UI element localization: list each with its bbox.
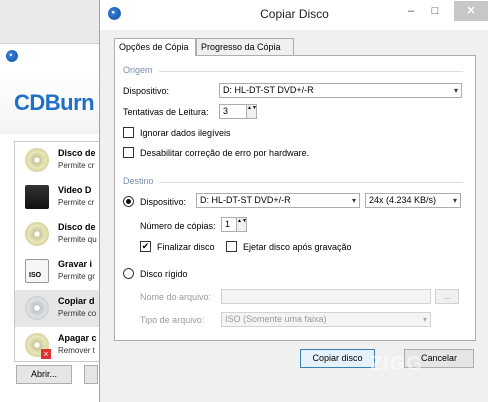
disable-hw-ecc-label: Desabilitar correção de erro por hardwar… bbox=[140, 148, 310, 158]
chevron-down-icon: ▾ bbox=[452, 196, 457, 205]
read-attempts-value: 3 bbox=[223, 106, 229, 116]
task-subtitle: Permite cr bbox=[58, 198, 95, 207]
speed-select[interactable]: 24x (4.234 KB/s) ▾ bbox=[365, 193, 461, 208]
destination-device-value: D: HL-DT-ST DVD+/-R bbox=[200, 195, 291, 205]
dialog-titlebar: Copiar Disco – □ ✕ bbox=[100, 0, 488, 30]
task-title: Apagar c bbox=[58, 333, 97, 343]
music-disc-icon bbox=[25, 222, 49, 246]
logo-text: CDBurn bbox=[14, 90, 95, 115]
task-item-audio-disc[interactable]: Disco de Permite qu bbox=[15, 216, 105, 253]
origin-device-value: D: HL-DT-ST DVD+/-R bbox=[223, 85, 314, 95]
task-title: Copiar d bbox=[58, 296, 95, 306]
origin-group-label: Origem bbox=[123, 65, 153, 75]
task-title: Gravar i bbox=[58, 259, 93, 269]
task-subtitle: Remover t bbox=[58, 346, 95, 355]
speed-value: 24x (4.234 KB/s) bbox=[369, 195, 437, 205]
task-item-erase-disc[interactable]: Apagar c Remover t bbox=[15, 327, 105, 364]
task-title: Disco de bbox=[58, 222, 96, 232]
copy-disc-icon bbox=[25, 296, 49, 320]
copy-disc-dialog: Copiar Disco – □ ✕ Opções de Cópia Progr… bbox=[99, 0, 488, 402]
chevron-down-icon: ▾ bbox=[351, 196, 356, 205]
task-item-video-dvd[interactable]: Video D Permite cr bbox=[15, 179, 105, 216]
finalize-disc-checkbox[interactable]: ✔ bbox=[140, 241, 151, 252]
eject-disc-label: Ejetar disco após gravação bbox=[243, 242, 352, 252]
origin-device-label: Dispositivo: bbox=[123, 86, 170, 96]
cdburner-app-icon bbox=[6, 50, 18, 62]
filetype-select[interactable]: ISO (Somente uma faixa) ▾ bbox=[221, 312, 431, 327]
task-title: Disco de bbox=[58, 148, 96, 158]
destination-device-label: Dispositivo: bbox=[140, 197, 187, 207]
task-item-copy-disc[interactable]: Copiar d Permite co bbox=[15, 290, 105, 327]
spin-arrows-icon[interactable]: ▲▼ bbox=[236, 218, 247, 231]
close-button[interactable]: ✕ bbox=[454, 1, 488, 21]
ignore-unreadable-label: Ignorar dados ilegíveis bbox=[140, 128, 231, 138]
film-icon bbox=[25, 185, 49, 209]
open-button[interactable]: Abrir... bbox=[16, 365, 72, 384]
task-item-data-disc[interactable]: Disco de Permite cr bbox=[15, 142, 105, 179]
destination-device-select[interactable]: D: HL-DT-ST DVD+/-R ▾ bbox=[196, 193, 360, 208]
iso-icon bbox=[25, 259, 49, 283]
finalize-disc-label: Finalizar disco bbox=[157, 242, 215, 252]
chevron-down-icon: ▾ bbox=[453, 86, 458, 95]
tab-copy-progress[interactable]: Progresso da Cópia bbox=[196, 38, 294, 55]
eject-disc-checkbox[interactable] bbox=[226, 241, 237, 252]
disc-icon bbox=[25, 148, 49, 172]
maximize-button[interactable]: □ bbox=[426, 1, 444, 21]
copies-stepper[interactable]: 1 ▲▼ bbox=[221, 217, 247, 232]
filename-field[interactable] bbox=[221, 289, 431, 304]
destination-divider bbox=[159, 182, 463, 183]
watermark-logo: ZIGG bbox=[370, 353, 423, 375]
copies-value: 1 bbox=[225, 219, 231, 229]
task-subtitle: Permite cr bbox=[58, 161, 95, 170]
erase-disc-icon bbox=[25, 333, 51, 359]
task-list: Disco de Permite cr Video D Permite cr D… bbox=[14, 141, 105, 364]
ignore-unreadable-checkbox[interactable] bbox=[123, 127, 134, 138]
task-item-burn-iso[interactable]: Gravar i Permite gr bbox=[15, 253, 105, 290]
filetype-label: Tipo de arquivo: bbox=[140, 315, 205, 325]
browse-button[interactable]: ... bbox=[435, 289, 459, 304]
filetype-value: ISO (Somente uma faixa) bbox=[225, 314, 327, 324]
origin-device-select[interactable]: D: HL-DT-ST DVD+/-R ▾ bbox=[219, 83, 462, 98]
harddisk-radio[interactable] bbox=[123, 268, 134, 279]
copy-options-panel: Origem Dispositivo: D: HL-DT-ST DVD+/-R … bbox=[114, 55, 476, 341]
settings-button[interactable] bbox=[84, 365, 98, 384]
read-attempts-label: Tentativas de Leitura: bbox=[123, 107, 209, 117]
disable-hw-ecc-checkbox[interactable] bbox=[123, 147, 134, 158]
device-radio[interactable] bbox=[123, 196, 134, 207]
destination-group-label: Destino bbox=[123, 176, 154, 186]
task-title: Video D bbox=[58, 185, 92, 195]
copies-label: Número de cópias: bbox=[140, 221, 216, 231]
task-subtitle: Permite gr bbox=[58, 272, 95, 281]
read-attempts-stepper[interactable]: 3 ▲▼ bbox=[219, 104, 257, 119]
copy-disc-button[interactable]: Copiar disco bbox=[300, 349, 375, 368]
spin-arrows-icon[interactable]: ▲▼ bbox=[246, 105, 257, 118]
task-subtitle: Permite qu bbox=[58, 235, 97, 244]
task-subtitle: Permite co bbox=[58, 309, 97, 318]
tab-copy-options[interactable]: Opções de Cópia bbox=[114, 38, 196, 56]
chevron-down-icon: ▾ bbox=[422, 315, 427, 324]
harddisk-label: Disco rígido bbox=[140, 269, 188, 279]
minimize-button[interactable]: – bbox=[402, 1, 420, 21]
filename-label: Nome do arquivo: bbox=[140, 292, 212, 302]
origin-divider bbox=[159, 71, 463, 72]
